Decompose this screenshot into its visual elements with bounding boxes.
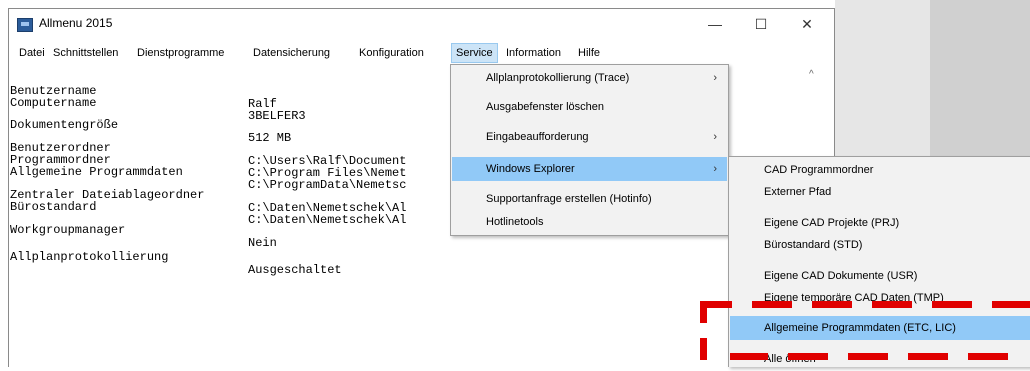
info-label: Workgroupmanager [10, 223, 126, 237]
menu-konfiguration[interactable]: Konfiguration [355, 43, 428, 63]
info-value: 3BELFER3 [248, 109, 306, 123]
annotation-dash [730, 353, 768, 360]
menu-item-label: Hotlinetools [486, 216, 544, 228]
service-dropdown: Allplanprotokollierung (Trace) › Ausgabe… [450, 64, 729, 236]
menu-item-clear-output[interactable]: Ausgabefenster löschen [452, 95, 727, 119]
menu-item-label: Bürostandard (STD) [764, 239, 863, 251]
annotation-dash [848, 353, 888, 360]
annotation-dash [908, 353, 948, 360]
window-title: Allmenu 2015 [39, 16, 113, 30]
menu-item-label: Eigene CAD Dokumente (USR) [764, 270, 918, 282]
info-value: Ausgeschaltet [248, 263, 342, 277]
menu-item-label: Windows Explorer [486, 163, 575, 175]
annotation-dash [872, 301, 912, 308]
menu-item-label: Allplanprotokollierung (Trace) [486, 72, 630, 84]
menu-item-trace[interactable]: Allplanprotokollierung (Trace) › [452, 66, 727, 90]
submenu-item-documents[interactable]: Eigene CAD Dokumente (USR) [730, 264, 1030, 288]
title-bar: Allmenu 2015 — ☐ ✕ [9, 9, 834, 39]
menu-item-label: Eingabeaufforderung [486, 131, 589, 143]
submenu-item-program-data[interactable]: Allgemeine Programmdaten (ETC, LIC) [730, 316, 1030, 340]
info-label: Allplanprotokollierung [10, 250, 169, 264]
menu-bar: Datei Schnittstellen Dienstprogramme Dat… [9, 43, 834, 63]
info-value: 512 MB [248, 131, 292, 145]
annotation-dash [968, 353, 1008, 360]
submenu-item-cad-program-folder[interactable]: CAD Programmordner [730, 158, 1030, 182]
menu-information[interactable]: Information [502, 43, 565, 63]
menu-item-command-prompt[interactable]: Eingabeaufforderung › [452, 125, 727, 149]
annotation-dash [752, 301, 792, 308]
annotation-dash [700, 338, 707, 360]
menu-item-label: Allgemeine Programmdaten (ETC, LIC) [764, 322, 956, 334]
menu-datensicherung[interactable]: Datensicherung [249, 43, 334, 63]
scroll-up-icon[interactable]: ^ [809, 69, 814, 80]
maximize-button[interactable]: ☐ [738, 9, 784, 39]
chevron-right-icon: › [713, 131, 717, 143]
menu-item-label: CAD Programmordner [764, 164, 874, 176]
annotation-dash [700, 301, 707, 323]
menu-item-windows-explorer[interactable]: Windows Explorer › [452, 157, 727, 181]
menu-item-label: Ausgabefenster löschen [486, 101, 605, 113]
menu-item-hotlinetools[interactable]: Hotlinetools [452, 210, 727, 234]
annotation-dash [992, 301, 1030, 308]
close-button[interactable]: ✕ [784, 9, 830, 39]
chevron-right-icon: › [713, 72, 717, 84]
menu-dienstprogramme[interactable]: Dienstprogramme [133, 43, 228, 63]
menu-item-label: Externer Pfad [764, 186, 832, 198]
chevron-right-icon: › [713, 163, 717, 175]
menu-hilfe[interactable]: Hilfe [574, 43, 604, 63]
submenu-item-external-path[interactable]: Externer Pfad [730, 180, 1030, 204]
menu-schnittstellen[interactable]: Schnittstellen [49, 43, 122, 63]
annotation-dash [932, 301, 972, 308]
menu-item-support-request[interactable]: Supportanfrage erstellen (Hotinfo) [452, 187, 727, 211]
menu-service[interactable]: Service [451, 43, 498, 63]
menu-item-label: Eigene CAD Projekte (PRJ) [764, 217, 900, 229]
menu-datei[interactable]: Datei [15, 43, 49, 63]
info-value: C:\ProgramData\Nemetsc [248, 178, 407, 192]
info-value: C:\Daten\Nemetschek\Al [248, 213, 407, 227]
minimize-button[interactable]: — [692, 9, 738, 39]
submenu-item-office-standard[interactable]: Bürostandard (STD) [730, 233, 1030, 257]
menu-item-label: Supportanfrage erstellen (Hotinfo) [486, 193, 652, 205]
submenu-item-projects[interactable]: Eigene CAD Projekte (PRJ) [730, 211, 1030, 235]
explorer-submenu: CAD Programmordner Externer Pfad Eigene … [728, 156, 1030, 367]
info-row: Allplanprotokollierung Ausgeschaltet [10, 238, 342, 290]
info-value: Nein [248, 236, 277, 250]
app-icon [17, 18, 33, 32]
annotation-dash [788, 353, 828, 360]
annotation-dash [812, 301, 852, 308]
